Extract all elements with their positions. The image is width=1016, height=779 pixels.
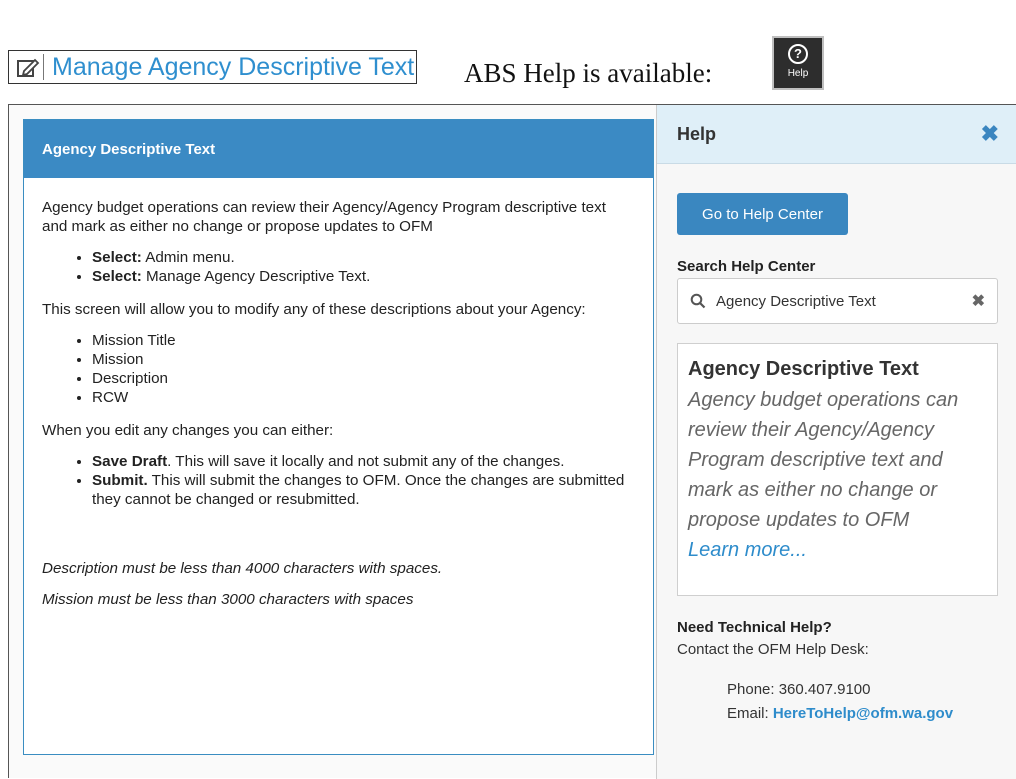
- clear-icon[interactable]: ✖: [972, 291, 985, 311]
- close-icon[interactable]: ✖: [981, 121, 999, 147]
- technical-help-heading: Need Technical Help?: [677, 619, 832, 636]
- list-item: Select: Admin menu.: [92, 248, 635, 267]
- intro-text: Agency budget operations can review thei…: [42, 199, 606, 235]
- result-title: Agency Descriptive Text: [688, 358, 919, 380]
- list-item: Submit. This will submit the changes to …: [92, 471, 635, 509]
- list-item: Mission: [92, 350, 635, 369]
- list-item: Save Draft. This will save it locally an…: [92, 452, 635, 471]
- edit-text: When you edit any changes you can either…: [42, 422, 334, 439]
- help-badge-label: Help: [787, 68, 809, 79]
- question-circle-icon: ?: [788, 44, 808, 64]
- list-item: Select: Manage Agency Descriptive Text.: [92, 267, 635, 286]
- screenshot-frame: Agency Descriptive Text Agency budget op…: [8, 104, 1016, 779]
- descriptions-list: Mission Title Mission Description RCW: [42, 331, 635, 407]
- manage-link-label: Manage Agency Descriptive Text: [52, 52, 415, 81]
- phone-number: 360.407.9100: [778, 681, 871, 698]
- email-link[interactable]: HereToHelp@ofm.wa.gov: [773, 705, 953, 722]
- help-title-bar: Help ✖: [657, 105, 1016, 164]
- technical-help-contact: Contact the OFM Help Desk:: [677, 641, 869, 658]
- modify-text: This screen will allow you to modify any…: [42, 301, 586, 318]
- result-description: Agency budget operations can review thei…: [688, 389, 959, 531]
- select-steps-list: Select: Admin menu. Select: Manage Agenc…: [42, 248, 635, 286]
- search-help-center-label: Search Help Center: [677, 258, 816, 275]
- help-badge-button[interactable]: ? Help: [772, 36, 824, 90]
- info-panel-title: Agency Descriptive Text: [24, 120, 653, 178]
- info-panel-body: Agency budget operations can review thei…: [24, 178, 653, 609]
- manage-agency-descriptive-text-link[interactable]: Manage Agency Descriptive Text: [8, 50, 418, 84]
- list-item: RCW: [92, 388, 635, 407]
- options-list: Save Draft. This will save it locally an…: [42, 452, 635, 509]
- search-icon: [690, 293, 706, 309]
- search-result-card: Agency Descriptive Text Agency budget op…: [677, 343, 998, 596]
- email-line: Email: HereToHelp@ofm.wa.gov: [727, 705, 954, 722]
- help-pane: Help ✖ Go to Help Center Search Help Cen…: [656, 105, 1016, 779]
- list-item: Mission Title: [92, 331, 635, 350]
- search-input[interactable]: [714, 291, 968, 311]
- learn-more-link[interactable]: Learn more...: [688, 535, 987, 565]
- phone-line: Phone: 360.407.9100: [727, 681, 871, 698]
- info-panel: Agency Descriptive Text Agency budget op…: [23, 119, 654, 755]
- help-title: Help: [677, 123, 717, 144]
- search-box: ✖: [677, 278, 998, 324]
- edit-icon: [13, 54, 44, 80]
- description-limit-note: Description must be less than 4000 chara…: [42, 560, 443, 577]
- list-item: Description: [92, 369, 635, 388]
- abs-help-text: ABS Help is available:: [464, 58, 713, 88]
- mission-limit-note: Mission must be less than 3000 character…: [42, 591, 414, 608]
- caption-line: Manage Agency Descriptive Text ABS Help …: [8, 36, 1008, 92]
- go-to-help-center-button[interactable]: Go to Help Center: [677, 193, 848, 235]
